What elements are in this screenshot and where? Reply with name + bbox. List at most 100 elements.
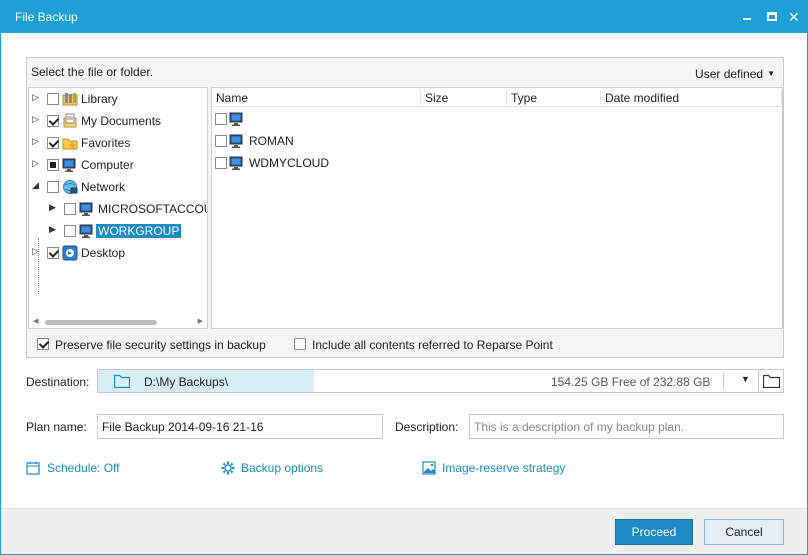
tree-horizontal-scrollbar[interactable]: ◀ ▶ [33,318,203,326]
column-header-size[interactable]: Size [425,91,448,105]
tree-checkbox-favorites[interactable] [47,137,59,149]
scroll-left-icon[interactable]: ◀ [33,317,38,325]
favorites-folder-icon [62,138,78,150]
tree-checkbox-microsoftaccount[interactable] [64,203,76,215]
folder-icon [114,374,130,388]
image-icon [422,461,436,475]
tree-item-label: Computer [81,158,134,172]
divider [723,373,724,389]
description-input[interactable] [469,414,784,439]
title-bar[interactable]: File Backup ✕ [1,1,807,33]
maximize-icon [767,12,777,21]
column-header-type[interactable]: Type [511,91,537,105]
tree-checkbox-computer[interactable] [47,159,59,171]
expand-arrow-icon[interactable]: ▷ [32,246,42,257]
folder-tree[interactable]: ▷ Library ▷ My Documents ▷ Favorites ▷ C… [28,87,208,329]
destination-free-space: 154.25 GB Free of 232.88 GB [551,375,711,389]
expand-arrow-icon[interactable]: ▷ [32,114,42,125]
desktop-icon [62,245,78,261]
tree-item-label: Network [81,180,126,194]
computer-icon [229,112,243,126]
include-reparse-label: Include all contents referred to Reparse… [312,338,553,352]
column-header-date-modified[interactable]: Date modified [605,91,679,105]
expand-arrow-icon[interactable]: ▶ [49,202,59,213]
tree-checkbox-library[interactable] [47,93,59,105]
schedule-link[interactable]: Schedule: Off [26,460,146,476]
image-reserve-label: Image-reserve strategy [442,461,566,475]
schedule-link-label: Schedule: Off [47,461,120,475]
dropdown-caret-icon: ▼ [767,69,775,78]
list-item-checkbox[interactable] [215,135,227,147]
destination-dropdown-icon[interactable]: ▼ [741,374,750,384]
tree-checkbox-workgroup[interactable] [64,225,76,237]
expand-arrow-icon[interactable]: ▷ [32,92,42,103]
gear-icon [221,461,235,475]
list-item-checkbox[interactable] [215,113,227,125]
documents-icon [63,113,77,128]
column-divider[interactable] [600,90,601,105]
list-item-name: WDMYCLOUD [249,156,329,170]
computer-icon [62,158,76,172]
destination-label: Destination: [26,375,90,389]
tree-item-microsoftaccount[interactable]: ▶ MICROSOFTACCOUN [32,199,207,219]
close-icon: ✕ [788,9,800,25]
expand-arrow-icon[interactable]: ▷ [32,136,42,147]
tree-item-label: My Documents [81,114,162,128]
source-selection-panel: Select the file or folder. User defined ▼… [26,57,784,358]
minimize-button[interactable] [737,7,757,27]
tree-checkbox-my-documents[interactable] [47,115,59,127]
list-item-checkbox[interactable] [215,157,227,169]
minimize-icon [743,18,751,20]
view-mode-label: User defined [695,67,764,81]
plan-name-input[interactable] [97,414,383,439]
browse-folder-icon [763,374,780,388]
image-reserve-link[interactable]: Image-reserve strategy [422,460,592,476]
collapse-arrow-icon[interactable]: ◢ [32,180,42,191]
list-item[interactable]: ROMAN [212,131,782,151]
scroll-right-icon[interactable]: ▶ [198,317,203,325]
list-item[interactable]: WDMYCLOUD [212,153,782,173]
plan-name-label: Plan name: [26,420,87,434]
maximize-button[interactable] [762,7,782,27]
expand-arrow-icon[interactable]: ▷ [32,158,42,169]
tree-item-label: MICROSOFTACCOUN [98,202,207,216]
dialog-footer: Proceed Cancel [1,508,807,554]
close-button[interactable]: ✕ [785,7,805,27]
file-list[interactable]: Name Size Type Date modified ROMAN WDMYC… [211,87,783,329]
view-mode-dropdown[interactable]: User defined ▼ [695,67,775,81]
backup-options-label: Backup options [241,461,324,475]
include-reparse-checkbox[interactable] [294,338,306,350]
proceed-button[interactable]: Proceed [615,519,693,545]
description-label: Description: [395,420,459,434]
expand-arrow-icon[interactable]: ▶ [49,224,59,235]
computer-icon [79,202,93,216]
list-item[interactable] [212,109,782,129]
backup-options-link[interactable]: Backup options [221,460,341,476]
column-divider[interactable] [781,90,782,105]
destination-field[interactable]: D:\My Backups\ 154.25 GB Free of 232.88 … [97,369,784,393]
computer-icon [79,224,93,238]
calendar-icon [26,461,40,475]
tree-item-label-selected: WORKGROUP [96,224,182,238]
window-title: File Backup [15,10,78,24]
library-icon [62,93,78,106]
network-icon [63,180,78,194]
cancel-button[interactable]: Cancel [704,519,784,545]
preserve-security-checkbox[interactable] [37,338,49,350]
column-header-name[interactable]: Name [216,91,248,105]
browse-folder-button[interactable] [758,370,784,392]
list-header: Name Size Type Date modified [212,88,782,107]
tree-checkbox-network[interactable] [47,181,59,193]
tree-checkbox-desktop[interactable] [47,247,59,259]
destination-path: D:\My Backups\ [144,375,229,389]
column-divider[interactable] [506,90,507,105]
tree-item-label: Favorites [81,136,131,150]
list-item-name: ROMAN [249,134,294,148]
file-backup-window: File Backup ✕ Select the file or folder.… [0,0,808,555]
computer-icon [229,156,243,170]
tree-item-label: Library [81,92,118,106]
tree-item-label: Desktop [81,246,126,260]
preserve-security-label: Preserve file security settings in backu… [55,338,266,352]
scrollbar-thumb[interactable] [45,320,157,325]
column-divider[interactable] [420,90,421,105]
